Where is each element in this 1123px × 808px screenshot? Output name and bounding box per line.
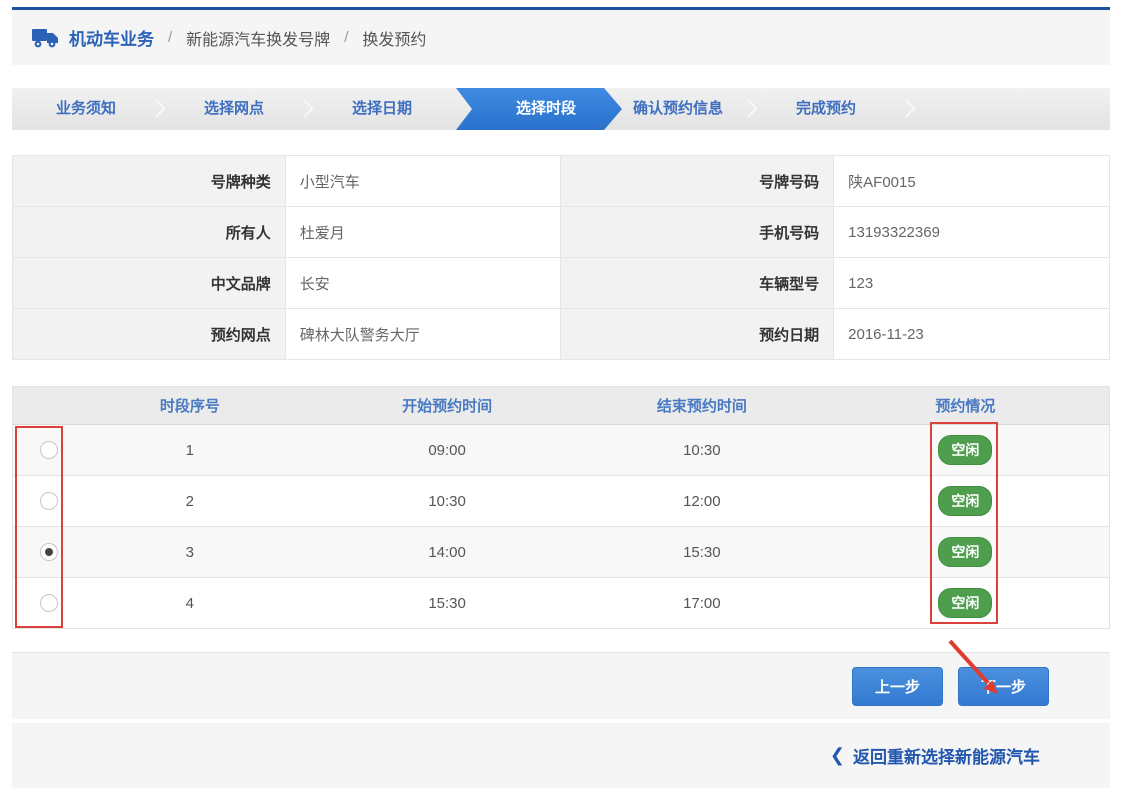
slot-start: 09:00 [312,425,582,476]
next-step-button[interactable]: 下一步 [958,667,1049,706]
slot-start: 10:30 [312,476,582,527]
breadcrumb-separator: / [168,29,172,46]
table-row: 号牌种类 小型汽车 号牌号码 陕AF0015 [13,156,1110,207]
status-badge: 空闲 [938,537,992,567]
slot-start: 14:00 [312,527,582,578]
header-end-time: 结束预约时间 [582,387,822,425]
slot-radio-1[interactable] [40,441,58,459]
header-status: 预约情况 [822,387,1110,425]
actions-bar: 上一步 下一步 [12,652,1110,719]
info-value: 杜爱月 [285,207,561,258]
chevron-separator-icon [897,99,915,117]
reservation-info-table: 号牌种类 小型汽车 号牌号码 陕AF0015 所有人 杜爱月 手机号码 1319… [12,155,1110,360]
table-row: 2 10:30 12:00 空闲 [13,476,1110,527]
step-select-date[interactable]: 选择日期 [308,88,456,130]
status-badge: 空闲 [938,435,992,465]
slot-radio-3-selected[interactable] [40,543,58,561]
step-wizard-bar: 业务须知 选择网点 选择日期 选择时段 确认预约信息 完成预约 [12,88,1110,130]
slot-end: 12:00 [582,476,822,527]
footer-bar: ❮ 返回重新选择新能源汽车 [12,723,1110,788]
step-notice[interactable]: 业务须知 [12,88,160,130]
step-select-time-active[interactable]: 选择时段 [456,88,622,130]
header-start-time: 开始预约时间 [312,387,582,425]
table-row: 所有人 杜爱月 手机号码 13193322369 [13,207,1110,258]
slot-seq: 4 [67,578,312,629]
table-header-row: 时段序号 开始预约时间 结束预约时间 预约情况 [13,387,1110,425]
page: 机动车业务 / 新能源汽车换发号牌 / 换发预约 业务须知 选择网点 选择日期 … [12,7,1110,788]
info-value: 碑林大队警务大厅 [285,309,561,360]
slot-radio-4[interactable] [40,594,58,612]
slot-end: 15:30 [582,527,822,578]
info-value: 陕AF0015 [834,156,1110,207]
info-value: 2016-11-23 [834,309,1110,360]
breadcrumb-item-service[interactable]: 新能源汽车换发号牌 [186,26,330,50]
chevron-left-icon: ❮ [830,745,845,766]
step-confirm-info[interactable]: 确认预约信息 [604,88,752,130]
table-row: 1 09:00 10:30 空闲 [13,425,1110,476]
info-value: 长安 [285,258,561,309]
breadcrumb: 机动车业务 / 新能源汽车换发号牌 / 换发预约 [12,10,1110,65]
info-label: 手机号码 [561,207,834,258]
table-row: 中文品牌 长安 车辆型号 123 [13,258,1110,309]
header-slot-seq: 时段序号 [67,387,312,425]
info-label: 预约日期 [561,309,834,360]
slot-end: 10:30 [582,425,822,476]
slot-seq: 2 [67,476,312,527]
slot-start: 15:30 [312,578,582,629]
info-label: 预约网点 [13,309,286,360]
time-slot-section: 时段序号 开始预约时间 结束预约时间 预约情况 1 09:00 10:30 空闲… [12,386,1110,629]
back-to-vehicle-select-link[interactable]: ❮ 返回重新选择新能源汽车 [830,743,1040,768]
table-row: 3 14:00 15:30 空闲 [13,527,1110,578]
status-badge: 空闲 [938,588,992,618]
info-label: 中文品牌 [13,258,286,309]
truck-icon [32,27,60,49]
slot-seq: 1 [67,425,312,476]
previous-step-button[interactable]: 上一步 [852,667,943,706]
info-value: 123 [834,258,1110,309]
table-row: 4 15:30 17:00 空闲 [13,578,1110,629]
back-link-label: 返回重新选择新能源汽车 [853,743,1040,768]
slot-radio-2[interactable] [40,492,58,510]
breadcrumb-root-link[interactable]: 机动车业务 [69,25,154,50]
info-value: 小型汽车 [285,156,561,207]
table-row: 预约网点 碑林大队警务大厅 预约日期 2016-11-23 [13,309,1110,360]
header-radio-column [13,387,68,425]
info-label: 号牌号码 [561,156,834,207]
info-label: 所有人 [13,207,286,258]
breadcrumb-separator: / [344,29,348,46]
info-value: 13193322369 [834,207,1110,258]
info-label: 号牌种类 [13,156,286,207]
step-finish[interactable]: 完成预约 [752,88,900,130]
info-label: 车辆型号 [561,258,834,309]
slot-seq: 3 [67,527,312,578]
slot-end: 17:00 [582,578,822,629]
step-select-site[interactable]: 选择网点 [160,88,308,130]
status-badge: 空闲 [938,486,992,516]
breadcrumb-item-current: 换发预约 [362,26,426,50]
time-slot-table: 时段序号 开始预约时间 结束预约时间 预约情况 1 09:00 10:30 空闲… [12,386,1110,629]
